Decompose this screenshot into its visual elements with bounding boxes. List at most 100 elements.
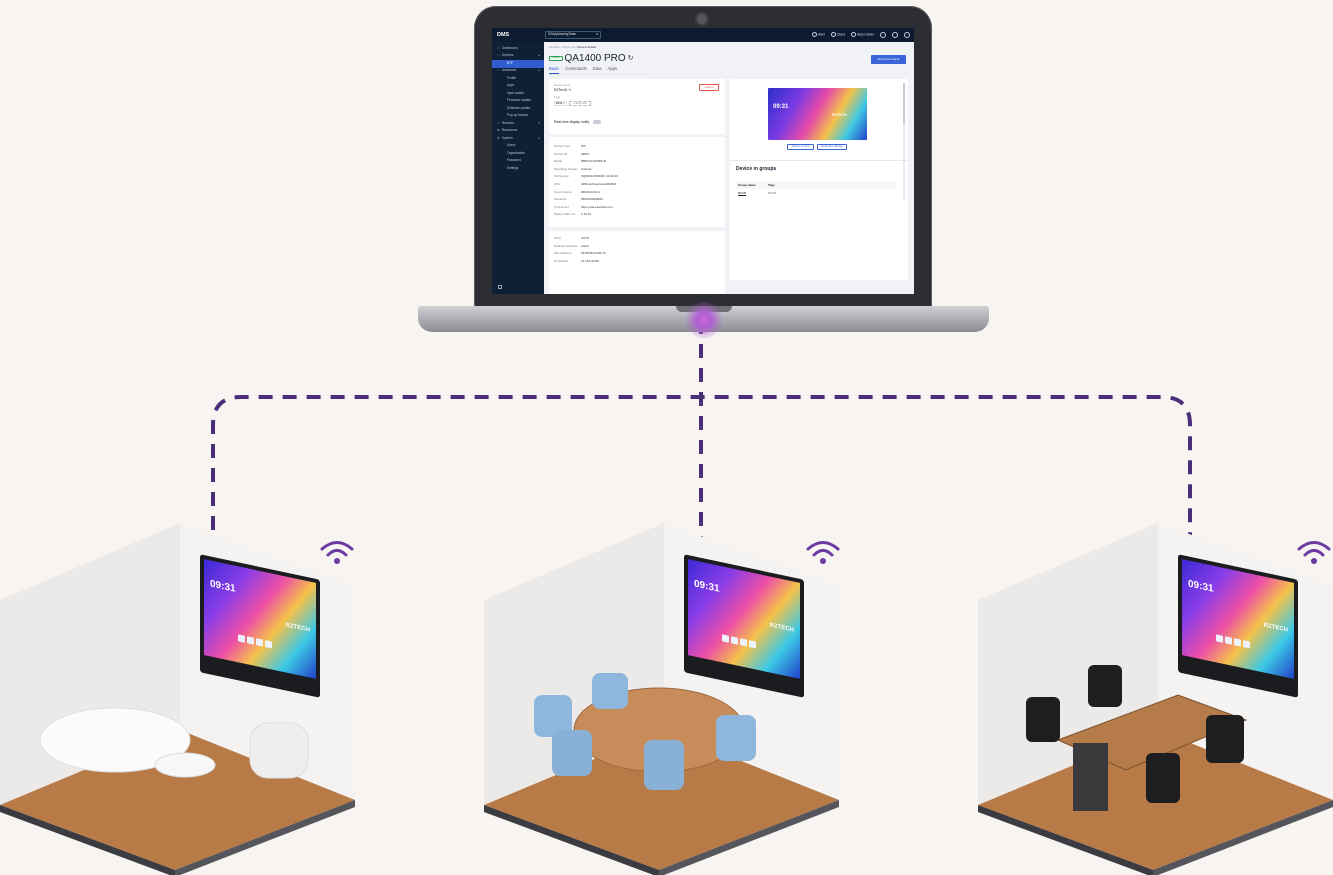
device-info-row: CPU ARM architecture(ARM64) [554,181,720,189]
top-bar: DMS SZ&AplanningTeam ▾ Alert Cloud Help C… [492,28,914,42]
sidebar-item-devices[interactable]: ▢ Devices ▴ [492,53,544,61]
field-label: Network interface [554,243,578,248]
device-info-row: OTA server https://ota.example.com [554,204,720,212]
sidebar-item-label: Password [507,158,521,163]
field-value: AUTO [581,236,590,241]
sidebar-item-password[interactable]: Password [492,158,544,166]
sidebar-item-organization[interactable]: Organization [492,150,544,158]
field-value: 8ZDA01C02-1 [581,189,601,194]
field-value: 29067 [581,151,590,156]
help-icon [850,32,856,38]
user-avatar-icon[interactable] [904,32,910,38]
device-preview-panel: 09:31 RZTECH Screen control Real-time di… [730,79,908,280]
network-info-card: Wi-Fi AUTO Network interface wlan0 Mac Addre… [549,231,725,294]
sidebar-item-btf[interactable]: BTF [492,60,544,68]
field-label: Touch Frame [554,189,572,194]
device-basic-card: Device name RZTech1 ✎ Tags BKB × + Add n… [549,79,725,134]
field-label: Serial No. [554,197,568,202]
groups-title: Device in groups [736,166,777,172]
field-label: Mysny DMS ver. [554,212,576,217]
sidebar-item-dashboard[interactable]: ◇ Dashboard [492,45,544,53]
sidebar-item-label: Apps [507,83,515,88]
field-label: Device Type [554,144,571,149]
collapse-sidebar-icon[interactable] [498,285,502,289]
device-info-card: Device Type IFP Device ID 29067 Model 86BCC1C… [549,137,725,227]
app-logo: DMS [497,31,510,38]
sidebar-item-apps[interactable]: Apps [492,83,544,91]
sidebar-item-input-switch[interactable]: Input switch [492,90,544,98]
sidebar-item-label: Resources [502,128,518,133]
help-center-link[interactable]: Help Center [850,32,874,38]
sidebar-item-profile[interactable]: Profile [492,75,544,83]
field-value: wlan0 [581,243,589,248]
unbind-button[interactable]: Unbind [699,84,719,91]
device-info-row: Mysny DMS ver. 1.10.12 [554,211,720,219]
cloud-link[interactable]: Cloud [830,32,845,38]
sidebar-item-users[interactable]: Users [492,143,544,151]
screen-control-button[interactable]: Screen control [787,144,814,150]
field-label: Operating System [554,166,579,171]
sidebar-item-software-update[interactable]: Software update [492,105,544,113]
field-value: 1.10.12 [581,212,592,217]
field-label: IP Address [554,258,569,263]
add-tag-button[interactable]: + Add new [569,101,592,107]
connection-hub-glow [686,302,722,338]
field-value: 6600100000000 [581,197,603,202]
sidebar-item-label: Settings [507,165,519,170]
field-value: 27.151.32.86 [581,258,599,263]
tag-chip[interactable]: BKB × [554,101,567,107]
alert-link[interactable]: Alert [812,32,825,38]
page-title: QA1400 PRO [564,53,626,64]
sidebar-item-settings[interactable]: Settings [492,165,544,173]
message-icon[interactable] [892,32,898,38]
network-info-row: Mac Address 33:58:58:43:4E:7F [554,250,720,258]
interactive-display: 09:31 RZTECH [1178,554,1298,698]
sidebar-item-label: Software update [507,105,531,110]
realtime-display-button[interactable]: Real-time display [817,144,847,150]
sidebar-item-label: Pop-up blocker [507,113,529,118]
wifi-icon [1297,541,1331,564]
breadcrumb: Devices / Group 1A / Device details [549,45,597,49]
webcam-icon [697,14,707,24]
field-label: CPU [554,182,561,187]
tab-apps[interactable]: Apps [608,66,618,74]
sidebar-item-records[interactable]: ▭ Records ▾ [492,120,544,128]
sidebar-item-label: Firmware update [507,98,531,103]
chevron-down-icon: ▾ [596,32,598,37]
refresh-icon[interactable]: ↻ [628,55,634,63]
tab-commands[interactable]: Commands [565,66,586,74]
network-info-row: IP Address 27.151.32.86 [554,258,720,266]
main-content: Devices / Group 1A / Device details Onli… [544,42,914,294]
sidebar-item-pop-up-blocker[interactable]: Pop-up blocker [492,113,544,121]
network-info-row: Network interface wlan0 [554,243,720,251]
device-info-row: Operating System Android [554,166,720,174]
panel-scrollbar[interactable] [903,83,905,201]
tab-data[interactable]: Data [593,66,602,74]
device-info-row: Model 86BCC1C02500-B [554,158,720,166]
sidebar-item-advanced[interactable]: ☆ Advanced ▴ [492,68,544,76]
wifi-icon [806,541,840,564]
sidebar-item-label: Devices [502,53,514,58]
laptop-screen: DMS SZ&AplanningTeam ▾ Alert Cloud Help C… [492,28,914,294]
screen-preview: 09:31 RZTECH [768,88,867,140]
field-label: Wi-Fi [554,236,561,241]
realtime-notify-toggle[interactable] [593,120,602,124]
send-command-button[interactable]: Send Command [871,55,906,64]
organization-select[interactable]: SZ&AplanningTeam ▾ [545,31,601,39]
sidebar-item-resources[interactable]: ⊞ Resources [492,128,544,136]
device-name[interactable]: RZTech1 ✎ [554,88,571,93]
field-label: Device ID [554,151,568,156]
sidebar-item-firmware-update[interactable]: Firmware update [492,98,544,106]
sidebar-item-label: Dashboard [502,45,518,50]
language-icon[interactable] [880,32,886,38]
field-value: IFP [581,144,586,149]
sidebar-item-system[interactable]: ⚙ System ▴ [492,135,544,143]
device-info-row: Touch Frame 8ZDA01C02-1 [554,189,720,197]
field-value: SQD0011P20033, 10.00.00 [581,174,618,179]
tab-basic[interactable]: Basic [549,66,560,74]
interactive-display: 09:31 RZTECH [684,554,804,698]
chevron-icon: ▾ [538,120,540,125]
sidebar-item-label: Records [502,120,514,125]
device-info-row: Device Type IFP [554,143,720,151]
device-info-row: Device ID 29067 [554,151,720,159]
